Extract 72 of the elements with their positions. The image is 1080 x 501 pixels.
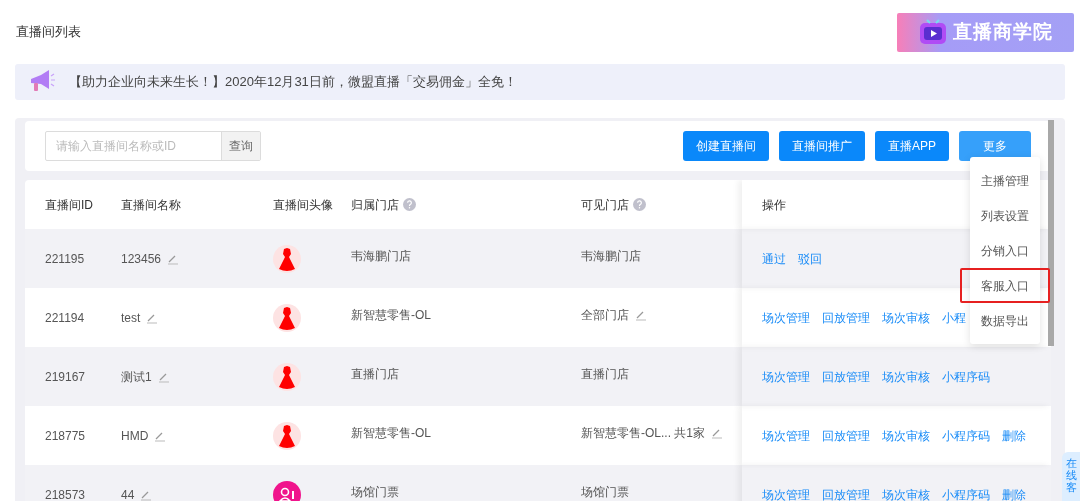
table-cell-text: HMD <box>121 427 149 445</box>
dress-avatar-icon <box>273 421 301 450</box>
menu-item[interactable]: 客服入口 <box>960 268 1050 303</box>
edit-icon[interactable] <box>635 309 647 321</box>
table-cell: 韦海鹏门店 <box>351 249 411 263</box>
promo-banner-logo[interactable]: 直播商学院 <box>897 12 1074 52</box>
action-link[interactable]: 小程 <box>942 308 966 327</box>
notice-text: 【助力企业向未来生长！】2020年12月31日前，微盟直播「交易佣金」全免！ <box>69 73 517 92</box>
table-cell-text: 123456 <box>121 250 162 268</box>
action-link[interactable]: 回放管理 <box>822 426 870 445</box>
toolbar-button[interactable]: 直播APP <box>875 131 949 161</box>
menu-item[interactable]: 列表设置 <box>970 198 1040 233</box>
table-cell-text: 44 <box>121 486 135 501</box>
action-link[interactable]: 通过 <box>762 249 786 268</box>
table-cell: 场馆门票 <box>351 485 399 499</box>
online-service-tab[interactable]: 在线客 <box>1062 452 1080 501</box>
column-header: 直播间ID <box>45 196 93 214</box>
table-cell-text: 全部门店 <box>581 307 629 324</box>
table-cell: 新智慧零售-OL <box>351 308 431 322</box>
page-title: 直播间列表 <box>16 23 81 42</box>
action-link[interactable]: 回放管理 <box>822 308 870 327</box>
search-field[interactable]: 请输入直播间名称或ID 查询 <box>45 131 261 161</box>
table-cell: 直播门店 <box>351 367 399 381</box>
action-link[interactable]: 小程序码 <box>942 367 990 386</box>
table-cell: 新智慧零售-OL <box>351 426 431 440</box>
action-link[interactable]: 场次审核 <box>882 367 930 386</box>
table-cell: 218775 <box>45 428 86 443</box>
edit-icon[interactable] <box>711 427 723 439</box>
dress-avatar-icon <box>273 303 301 332</box>
action-link[interactable]: 删除 <box>1002 426 1026 445</box>
action-link[interactable]: 删除 <box>1002 485 1026 501</box>
action-link[interactable]: 场次管理 <box>762 367 810 386</box>
action-link[interactable]: 场次管理 <box>762 308 810 327</box>
tv-play-icon <box>918 19 947 45</box>
promo-banner-text: 直播商学院 <box>952 19 1053 44</box>
table-cell: 221194 <box>45 310 85 325</box>
table-cell-text: 新智慧零售-OL... 共1家 <box>581 425 705 442</box>
action-link[interactable]: 场次审核 <box>882 426 930 445</box>
action-link[interactable]: 驳回 <box>798 249 822 268</box>
table-cell-text: 韦海鹏门店 <box>581 248 641 265</box>
table-cell-text: 场馆门票 <box>581 484 629 501</box>
toolbar-button[interactable]: 创建直播间 <box>683 131 769 161</box>
menu-item[interactable]: 数据导出 <box>970 303 1040 338</box>
table-cell-text: 直播门店 <box>581 366 629 383</box>
action-link[interactable]: 回放管理 <box>822 485 870 501</box>
table-cell-text: test <box>121 309 141 327</box>
column-header: 可见门店 <box>581 196 629 214</box>
search-button[interactable]: 查询 <box>221 132 260 160</box>
table-cell-text: 测试1 <box>121 368 152 386</box>
column-header: 直播间名称 <box>121 196 181 214</box>
action-link[interactable]: 小程序码 <box>942 485 990 501</box>
help-icon[interactable] <box>633 198 646 211</box>
table-cell: 221195 <box>45 251 85 266</box>
action-link[interactable]: 场次管理 <box>762 426 810 445</box>
table-cell: 219167 <box>45 369 86 384</box>
column-header: 操作 <box>762 196 786 214</box>
action-link[interactable]: 场次管理 <box>762 485 810 501</box>
column-header: 直播间头像 <box>273 196 333 214</box>
dress-avatar-icon <box>273 362 301 391</box>
action-link[interactable]: 场次审核 <box>882 485 930 501</box>
action-link[interactable]: 场次审核 <box>882 308 930 327</box>
dress-avatar-icon <box>273 244 301 273</box>
action-link[interactable]: 回放管理 <box>822 367 870 386</box>
help-icon[interactable] <box>403 198 416 211</box>
menu-item[interactable]: 分销入口 <box>970 233 1040 268</box>
column-header: 归属门店 <box>351 196 399 214</box>
menu-item[interactable]: 主播管理 <box>970 163 1040 198</box>
toolbar-button[interactable]: 直播间推广 <box>779 131 865 161</box>
action-link[interactable]: 小程序码 <box>942 426 990 445</box>
table-cell: 218573 <box>45 487 86 501</box>
person-avatar-icon <box>273 480 301 501</box>
scrollbar-thumb[interactable] <box>1048 120 1054 346</box>
